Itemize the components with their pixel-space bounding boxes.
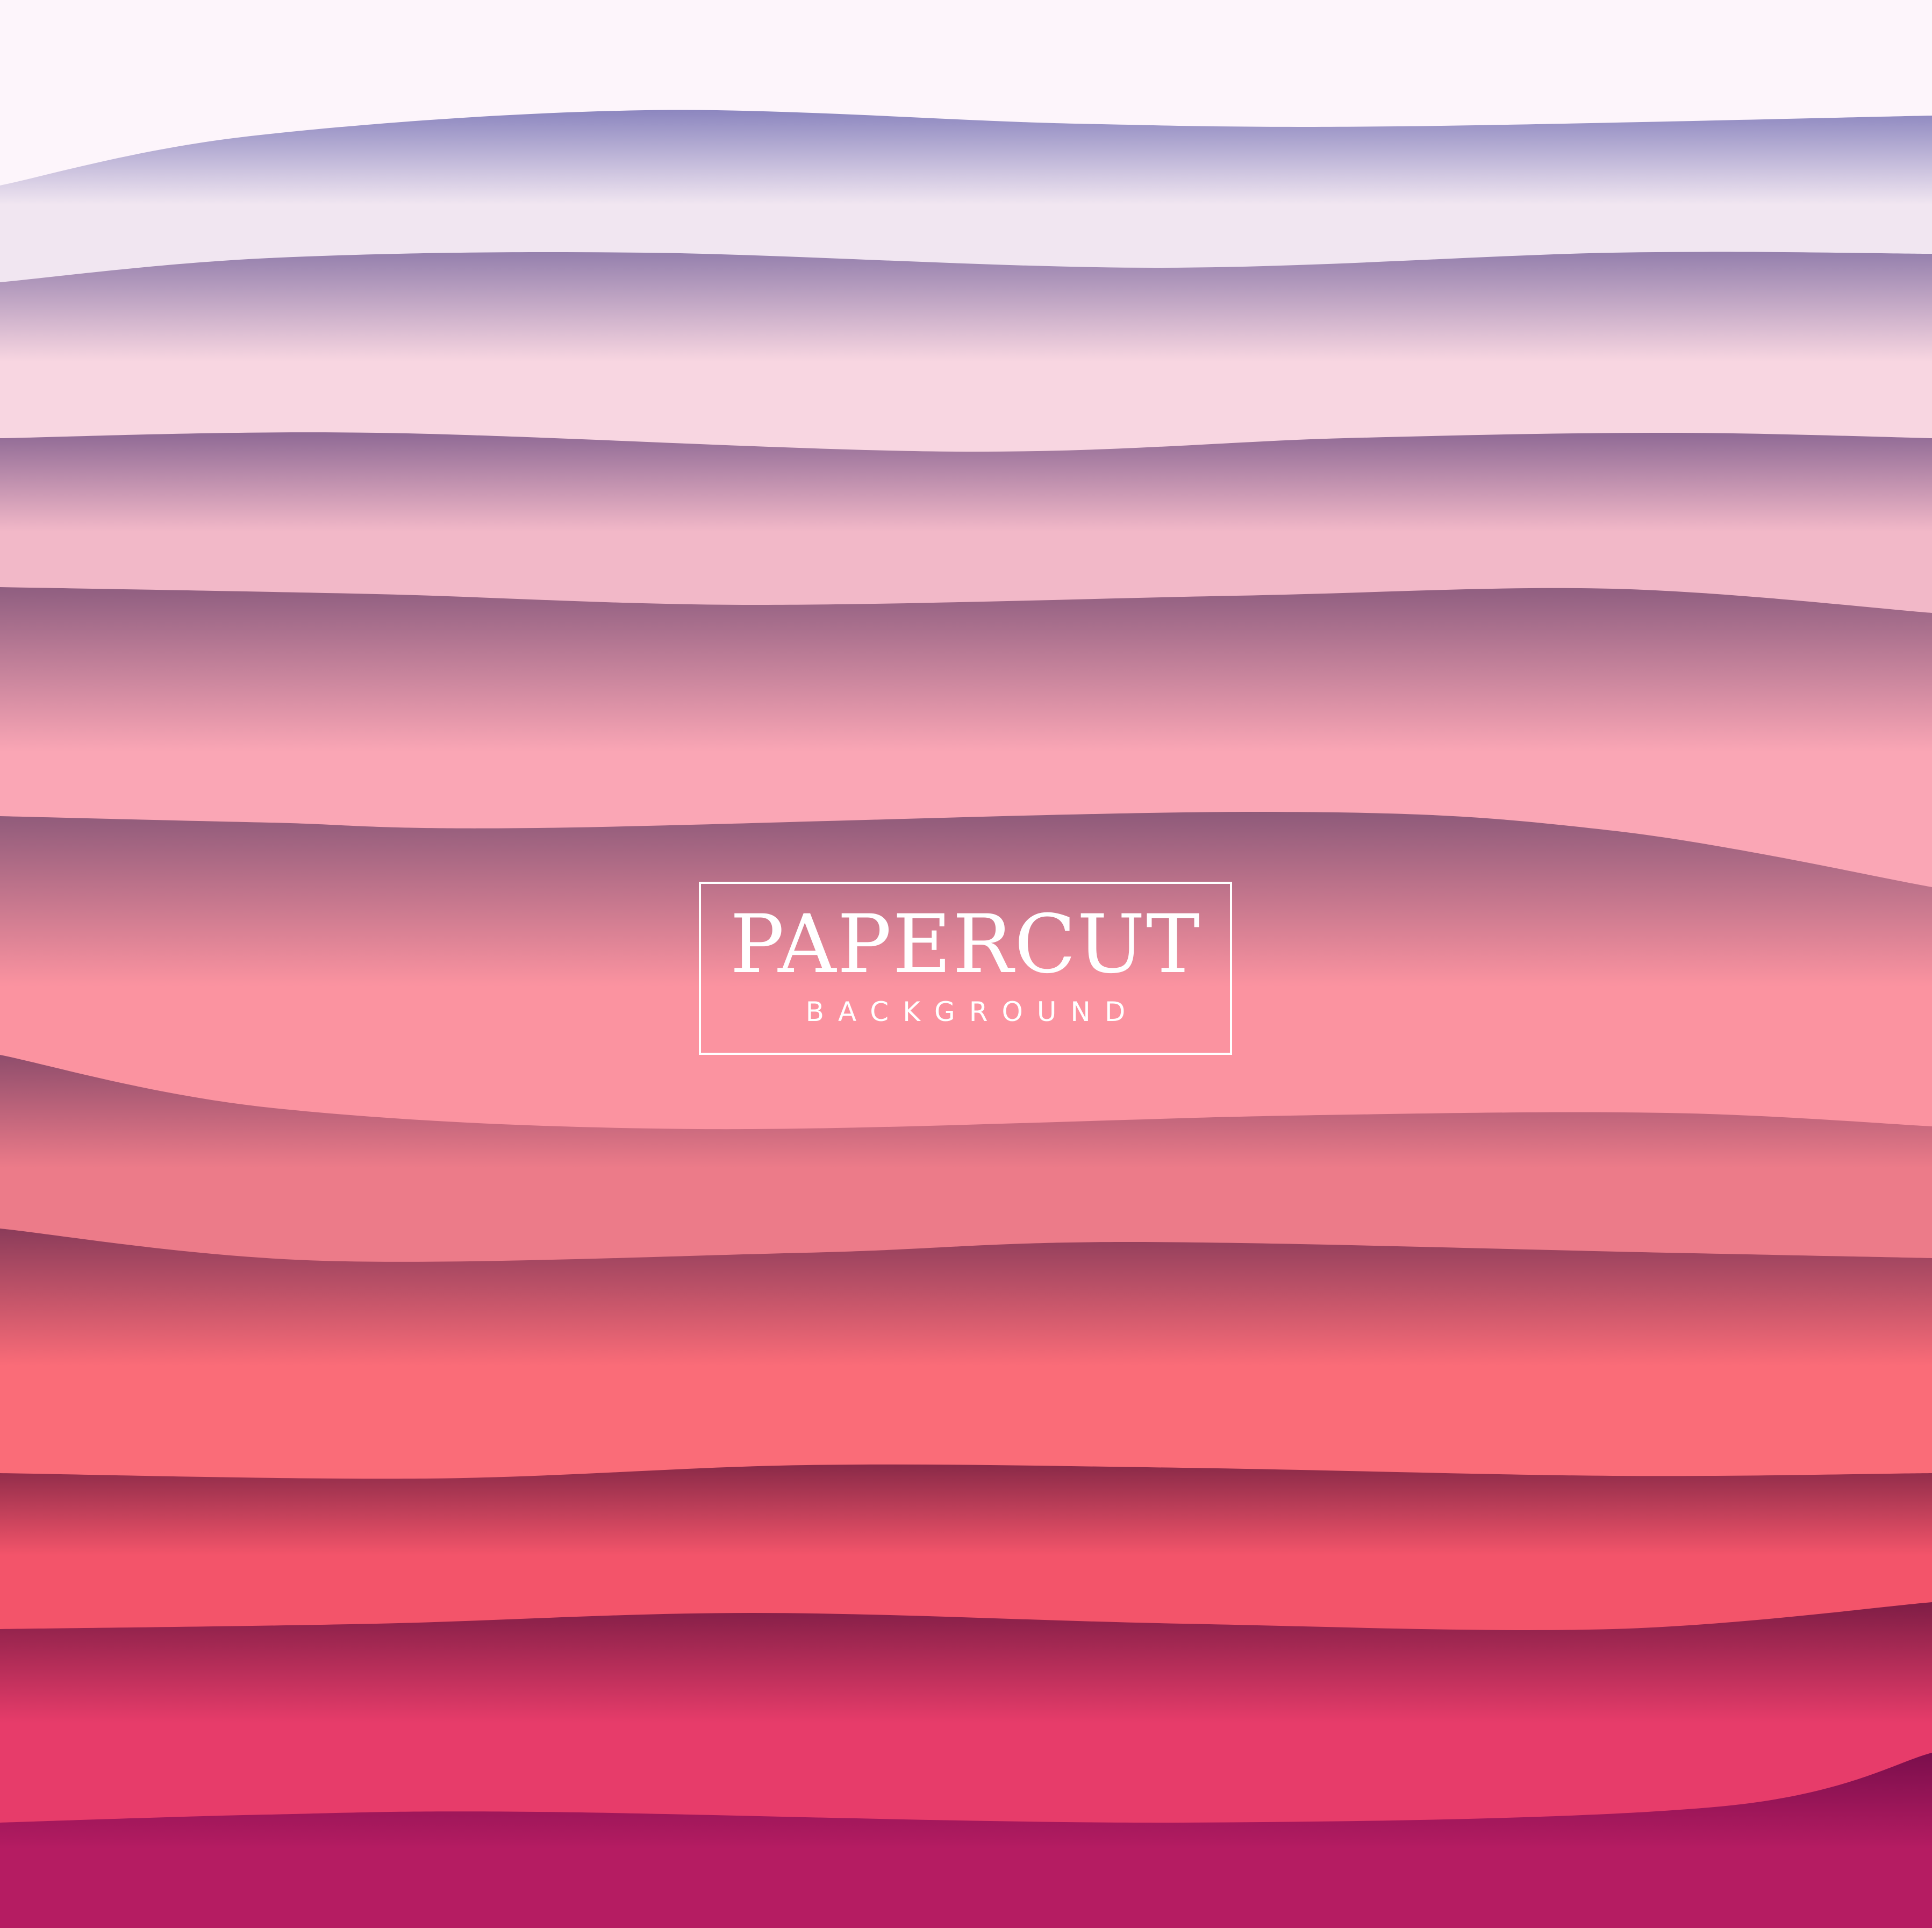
title-frame: PAPERCUT BACKGROUND: [699, 882, 1232, 1055]
title-text: PAPERCUT: [729, 898, 1201, 991]
subtitle-text: BACKGROUND: [805, 996, 1140, 1027]
papercut-canvas: PAPERCUT BACKGROUND: [0, 0, 1932, 1928]
